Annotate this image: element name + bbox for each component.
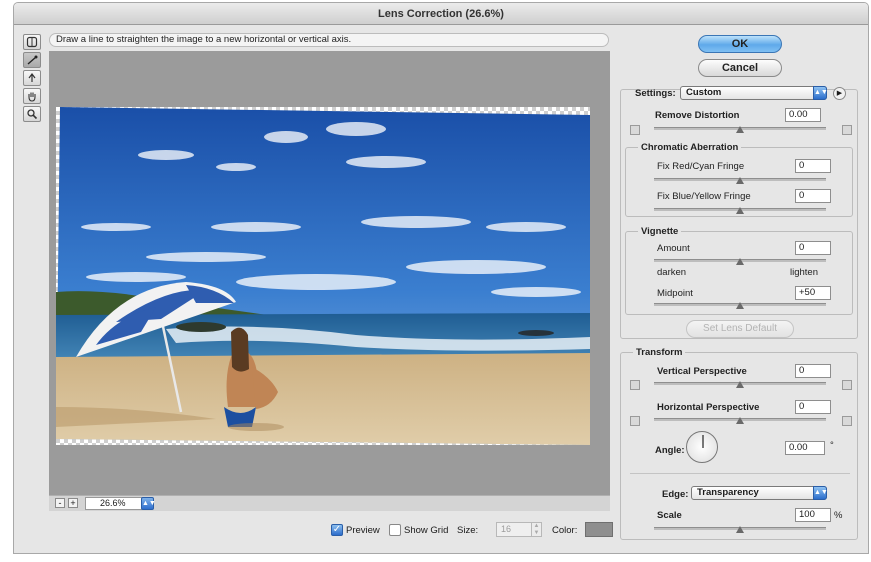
settings-value: Custom xyxy=(686,87,722,98)
red-cyan-label: Fix Red/Cyan Fringe xyxy=(657,161,745,172)
red-cyan-field[interactable]: 0 xyxy=(795,159,831,173)
horizontal-perspective-slider[interactable] xyxy=(654,417,826,424)
straighten-tool-icon[interactable] xyxy=(23,52,41,68)
cancel-button[interactable]: Cancel xyxy=(698,59,782,77)
barrel-icon xyxy=(842,125,852,135)
slider-thumb[interactable] xyxy=(736,417,744,424)
scale-label: Scale xyxy=(657,510,682,521)
horizontal-perspective-left-icon xyxy=(630,416,640,426)
zoom-tool-icon[interactable] xyxy=(23,106,41,122)
horizontal-perspective-field[interactable]: 0 xyxy=(795,400,831,414)
remove-distortion-slider[interactable] xyxy=(654,126,826,133)
edge-value: Transparency xyxy=(697,487,759,498)
horizontal-perspective-right-icon xyxy=(842,416,852,426)
slider-thumb[interactable] xyxy=(736,302,744,309)
preview-image xyxy=(56,107,590,445)
preview-options: ✓ Preview Show Grid Size: 16 ▲ ▼ Color: xyxy=(329,521,619,539)
pincushion-icon xyxy=(630,125,640,135)
darken-label: darken xyxy=(657,267,687,278)
preview-label: Preview xyxy=(346,525,380,536)
grid-color-swatch[interactable] xyxy=(585,522,613,537)
vignette-title: Vignette xyxy=(638,226,682,237)
settings-menu-icon[interactable]: ▶ xyxy=(833,87,846,100)
angle-label: Angle: xyxy=(655,445,685,456)
tool-palette xyxy=(23,34,43,124)
slider-thumb[interactable] xyxy=(736,177,744,184)
lighten-label: lighten xyxy=(790,267,818,278)
settings-dropdown-icon: ▲▼ xyxy=(813,86,828,100)
hand-tool-icon[interactable] xyxy=(23,88,41,104)
ok-button[interactable]: OK xyxy=(698,35,782,53)
angle-unit: ° xyxy=(830,440,834,451)
vertical-perspective-field[interactable]: 0 xyxy=(795,364,831,378)
tool-hint-bar: Draw a line to straighten the image to a… xyxy=(49,33,609,47)
edge-label: Edge: xyxy=(662,489,689,500)
zoom-level-field[interactable]: 26.6% xyxy=(85,497,145,510)
vertical-perspective-up-icon xyxy=(842,380,852,390)
transform-title: Transform xyxy=(633,347,686,358)
midpoint-field[interactable]: +50 xyxy=(795,286,831,300)
preview-canvas[interactable] xyxy=(49,51,610,495)
angle-field[interactable]: 0.00 xyxy=(785,441,825,455)
amount-label: Amount xyxy=(657,243,690,254)
vertical-perspective-down-icon xyxy=(630,380,640,390)
zoom-status-bar: - + 26.6% ▲▼ xyxy=(49,495,610,511)
slider-thumb[interactable] xyxy=(736,526,744,533)
blue-yellow-slider[interactable] xyxy=(654,207,826,214)
midpoint-slider[interactable] xyxy=(654,302,826,309)
settings-label: Settings: xyxy=(635,88,676,99)
red-cyan-slider[interactable] xyxy=(654,177,826,184)
blue-yellow-field[interactable]: 0 xyxy=(795,189,831,203)
settings-select[interactable]: Custom ▲▼ xyxy=(680,86,828,100)
blue-yellow-label: Fix Blue/Yellow Fringe xyxy=(657,191,751,202)
remove-distortion-field[interactable]: 0.00 xyxy=(785,108,821,122)
set-lens-default-button[interactable]: Set Lens Default xyxy=(686,320,794,338)
amount-slider[interactable] xyxy=(654,258,826,265)
midpoint-label: Midpoint xyxy=(657,288,693,299)
preview-checkbox[interactable]: ✓ xyxy=(331,524,343,536)
grid-color-label: Color: xyxy=(552,525,578,536)
window-title: Lens Correction (26.6%) xyxy=(14,3,868,25)
zoom-out-button[interactable]: - xyxy=(55,498,65,508)
scale-slider[interactable] xyxy=(654,526,826,533)
grid-size-stepper-icon[interactable]: ▲ ▼ xyxy=(531,522,542,537)
amount-field[interactable]: 0 xyxy=(795,241,831,255)
remove-distortion-label: Remove Distortion xyxy=(655,110,740,121)
lens-correction-dialog: Lens Correction (26.6%) Draw a line to s… xyxy=(13,2,869,554)
angle-dial[interactable] xyxy=(686,431,718,463)
slider-thumb[interactable] xyxy=(736,258,744,265)
zoom-dropdown-icon[interactable]: ▲▼ xyxy=(141,497,156,510)
scale-field[interactable]: 100 xyxy=(795,508,831,522)
grid-size-label: Size: xyxy=(457,525,479,536)
scale-unit: % xyxy=(834,510,843,521)
transform-divider xyxy=(630,473,850,474)
chromatic-aberration-title: Chromatic Aberration xyxy=(638,142,742,153)
slider-thumb[interactable] xyxy=(736,207,744,214)
vertical-perspective-label: Vertical Perspective xyxy=(657,366,747,377)
horizontal-perspective-label: Horizontal Perspective xyxy=(657,402,760,413)
edge-dropdown-icon: ▲▼ xyxy=(813,486,828,500)
move-grid-tool-icon[interactable] xyxy=(23,70,41,86)
slider-thumb[interactable] xyxy=(736,381,744,388)
vertical-perspective-slider[interactable] xyxy=(654,381,826,388)
show-grid-label: Show Grid xyxy=(404,525,449,536)
zoom-in-button[interactable]: + xyxy=(68,498,78,508)
remove-distortion-tool-icon[interactable] xyxy=(23,34,41,50)
edge-select[interactable]: Transparency ▲▼ xyxy=(691,486,828,500)
grid-size-field[interactable]: 16 xyxy=(496,522,532,537)
slider-thumb[interactable] xyxy=(736,126,744,133)
show-grid-checkbox[interactable] xyxy=(389,524,401,536)
